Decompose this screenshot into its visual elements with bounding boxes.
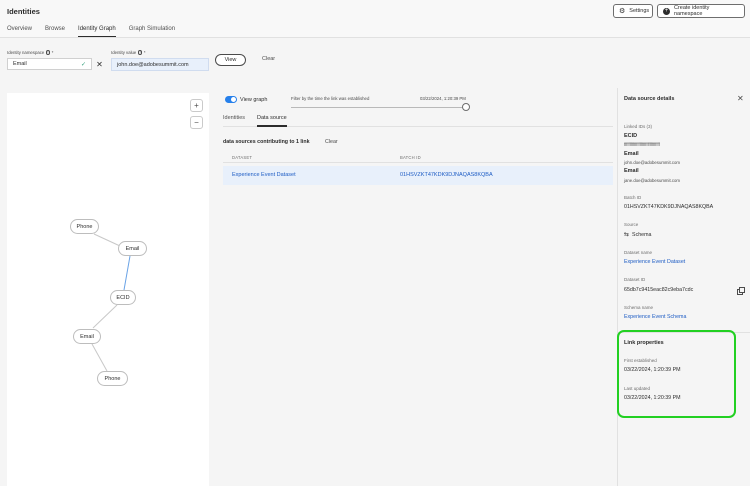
identity-value-input[interactable]: john.doe@adobesummit.com xyxy=(111,58,209,71)
page-title: Identities xyxy=(7,7,40,16)
create-label: Create identity namespace xyxy=(673,5,710,17)
graph-node-email[interactable]: Email xyxy=(73,329,101,344)
graph-node-phone[interactable]: Phone xyxy=(70,219,99,234)
contributing-sources-title: data sources contributing to 1 link xyxy=(223,139,310,145)
linked-ns-ecid: ECID xyxy=(624,133,638,139)
detail-tabs: Identities Data source xyxy=(223,115,613,127)
info-icon[interactable]: i xyxy=(137,50,143,55)
time-slider-handle[interactable] xyxy=(462,103,470,111)
graph-edges xyxy=(91,233,131,372)
column-header-dataset[interactable]: DATASET xyxy=(232,155,252,160)
dataset-id-value: 65db7c9415eac82c9eba7cdc xyxy=(624,287,694,293)
schema-name-label: Schema name xyxy=(624,305,654,310)
table-header-divider xyxy=(223,162,613,163)
copy-icon[interactable] xyxy=(737,287,745,295)
schema-icon: ⇆ xyxy=(624,232,630,238)
tab-identities[interactable]: Identities xyxy=(223,115,245,121)
clear-namespace-icon[interactable]: ✕ xyxy=(93,58,106,70)
view-graph-label: View graph xyxy=(240,97,268,103)
info-icon[interactable]: i xyxy=(45,50,51,55)
required-mark: * xyxy=(143,50,146,55)
dataset-name-label: Dataset name xyxy=(624,250,653,255)
linked-ids-label: Linked IDs (3) xyxy=(624,124,653,129)
batch-id-link[interactable]: 01HSVZKT47KDK9DJNAQAS8KQBA xyxy=(400,172,493,178)
filter-date: 03/22/2024, 1:20:39 PM xyxy=(420,96,466,101)
page-header: Identities Overview Browse Identity Grap… xyxy=(0,0,750,38)
source-value-text: Schema xyxy=(632,231,652,238)
graph-node-phone[interactable]: Phone xyxy=(97,371,128,386)
namespace-value: Email xyxy=(13,61,27,67)
clear-button[interactable]: Clear xyxy=(262,56,275,62)
settings-label: Settings xyxy=(629,8,650,14)
required-mark: * xyxy=(51,50,54,55)
details-title: Data source details xyxy=(624,96,675,102)
identity-value-label: Identity value i * xyxy=(111,50,146,55)
batch-id-label: Batch ID xyxy=(624,195,642,200)
linked-ns-email: Email xyxy=(624,151,639,157)
linked-value-ecid: ffffffffffffffffffffffffffffffff xyxy=(624,142,660,147)
linked-ns-email: Email xyxy=(624,168,639,174)
identity-value-label-text: Identity value xyxy=(111,50,137,55)
contributing-clear-button[interactable]: Clear xyxy=(325,139,338,145)
batch-id-value: 01HSVZKT47KDK9DJNAQAS8KQBA xyxy=(624,204,714,210)
graph-node-email[interactable]: Email xyxy=(118,241,147,256)
tab-graph-simulation[interactable]: Graph Simulation xyxy=(129,26,175,36)
tab-identity-graph[interactable]: Identity Graph xyxy=(78,26,116,37)
tab-overview[interactable]: Overview xyxy=(7,26,32,36)
create-identity-namespace-button[interactable]: + Create identity namespace xyxy=(657,4,745,18)
linked-value-email: jane.doe@adobesummit.com xyxy=(624,178,680,183)
tab-data-source[interactable]: Data source xyxy=(257,115,287,127)
add-icon: + xyxy=(663,7,670,15)
close-icon[interactable]: ✕ xyxy=(737,94,744,103)
identity-graph-canvas[interactable]: + − Phone Email ECID Email Phone xyxy=(7,93,209,486)
namespace-label-text: Identity namespace xyxy=(7,50,45,55)
source-label: Source xyxy=(624,222,639,227)
tab-browse[interactable]: Browse xyxy=(45,26,65,36)
source-value: ⇆ Schema xyxy=(624,231,652,239)
gear-icon: ⚙ xyxy=(619,7,626,15)
main-tabs: Overview Browse Identity Graph Graph Sim… xyxy=(7,26,188,37)
graph-node-ecid[interactable]: ECID xyxy=(110,290,136,305)
namespace-select[interactable]: Email ✓ xyxy=(7,58,92,70)
time-slider-track[interactable] xyxy=(291,107,465,108)
dataset-link[interactable]: Experience Event Dataset xyxy=(232,172,296,178)
middle-panel xyxy=(210,88,616,486)
view-button[interactable]: View xyxy=(215,54,246,66)
view-graph-toggle[interactable] xyxy=(225,96,237,103)
column-header-batch-id[interactable]: BATCH ID xyxy=(400,155,421,160)
namespace-label: Identity namespace i * xyxy=(7,50,53,55)
settings-button[interactable]: ⚙ Settings xyxy=(613,4,653,18)
link-properties-highlight xyxy=(617,330,736,418)
checkmark-icon: ✓ xyxy=(80,61,86,68)
schema-name-link[interactable]: Experience Event Schema xyxy=(624,314,686,320)
dataset-name-link[interactable]: Experience Event Dataset xyxy=(624,259,685,265)
linked-value-email: john.doe@adobesummit.com xyxy=(624,160,680,165)
filter-label: Filter by the time the link was establis… xyxy=(291,96,370,101)
dataset-id-label: Dataset ID xyxy=(624,277,646,282)
